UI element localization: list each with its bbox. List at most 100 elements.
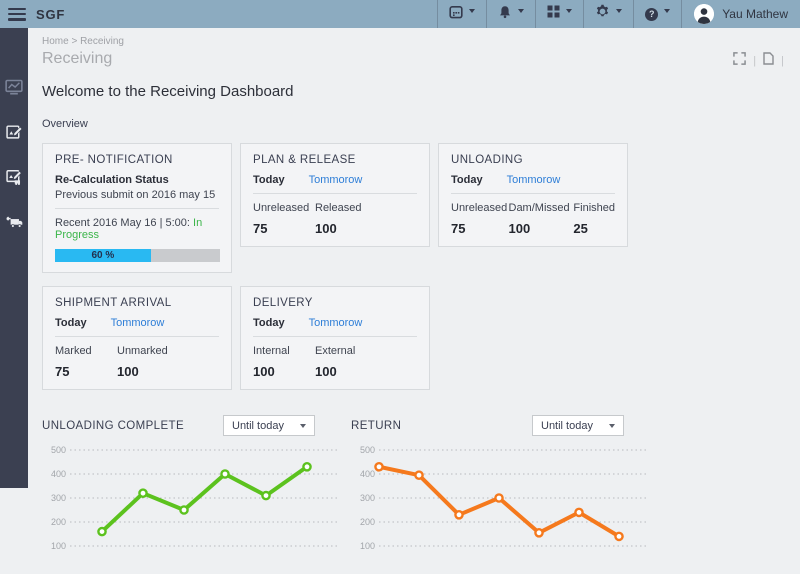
chart-return: RETURN Until today 500 400 300 200 100 — [351, 415, 650, 574]
chevron-down-icon — [616, 8, 623, 13]
sidebar — [0, 28, 28, 488]
card-title: PLAN & RELEASE — [253, 154, 356, 166]
separator: | — [753, 55, 757, 67]
fullscreen-icon[interactable] — [733, 52, 747, 70]
bell-icon — [498, 5, 512, 24]
brand-logo[interactable]: SGF — [36, 7, 65, 22]
menu-icon[interactable] — [8, 7, 26, 21]
document-icon[interactable] — [763, 52, 774, 70]
chart-title: RETURN — [351, 419, 402, 432]
previous-submit-text: Previous submit on 2016 may 15 — [55, 189, 216, 201]
stat-dam-missed: Dam/Missed 100 — [508, 202, 570, 236]
sidebar-item-receiving-edit[interactable] — [5, 125, 23, 143]
chevron-down-icon — [609, 423, 615, 428]
chart-title: UNLOADING COMPLETE — [42, 419, 185, 432]
card-delivery: DELIVERY Today Tommorow Internal 100 Ext… — [240, 286, 430, 390]
card-unloading: UNLOADING Today Tommorow Unreleased 75 D… — [438, 143, 628, 247]
card-plan-release: PLAN & RELEASE Today Tommorow Unreleased… — [240, 143, 430, 247]
recent-status-line: Recent 2016 May 16 | 5:00: In Progress — [55, 217, 203, 241]
card-shipment-arrival: SHIPMENT ARRIVAL Today Tommorow Marked 7… — [42, 286, 232, 390]
notifications-dropdown[interactable] — [486, 0, 535, 28]
image-edit-icon — [5, 123, 23, 145]
svg-text:200: 200 — [360, 517, 375, 527]
apps-grid-icon — [547, 5, 560, 23]
stat-unreleased: Unreleased 75 — [253, 202, 310, 236]
chevron-down-icon — [664, 8, 671, 13]
card-title: UNLOADING — [451, 154, 523, 166]
topbar-left: SGF — [0, 7, 65, 22]
main-content: Home > Receiving Receiving | | Welcome t… — [28, 28, 800, 551]
svg-text:100: 100 — [51, 541, 66, 551]
chevron-down-icon — [518, 8, 525, 13]
tab-tomorrow[interactable]: Tommorow — [309, 317, 363, 329]
chevron-down-icon — [300, 423, 306, 428]
stat-external: External 100 — [315, 345, 356, 379]
apps-dropdown[interactable] — [535, 0, 583, 28]
svg-text:300: 300 — [360, 493, 375, 503]
calendar-icon — [449, 5, 463, 24]
stat-unmarked: Unmarked 100 — [117, 345, 168, 379]
settings-dropdown[interactable] — [583, 0, 633, 28]
svg-text:300: 300 — [51, 493, 66, 503]
divider — [55, 208, 219, 209]
user-name: Yau Mathew — [722, 7, 788, 21]
stat-finished: Finished 25 — [573, 202, 615, 236]
tab-today[interactable]: Today — [253, 317, 285, 329]
sidebar-item-dashboard[interactable] — [5, 78, 23, 101]
card-pre-notification: PRE- NOTIFICATION Re-Calculation Status … — [42, 143, 232, 273]
svg-text:500: 500 — [51, 445, 66, 455]
chart-range-select[interactable]: Until today — [532, 415, 624, 436]
help-icon: ? — [645, 7, 659, 21]
gear-icon — [595, 4, 610, 24]
line-chart: 500 400 300 200 100 — [42, 442, 341, 574]
user-menu[interactable]: Yau Mathew — [681, 0, 800, 28]
recalculation-status-title: Re-Calculation Status — [55, 174, 169, 186]
progress-bar: 60 % — [55, 249, 220, 262]
svg-text:200: 200 — [51, 517, 66, 527]
stat-marked: Marked 75 — [55, 345, 92, 379]
tab-tomorrow[interactable]: Tommorow — [507, 174, 561, 186]
stat-internal: Internal 100 — [253, 345, 290, 379]
stat-released: Released 100 — [315, 202, 362, 236]
card-title: SHIPMENT ARRIVAL — [55, 297, 172, 309]
tab-tomorrow[interactable]: Tommorow — [111, 317, 165, 329]
truck-arrow-left-icon — [5, 213, 23, 236]
svg-text:400: 400 — [51, 469, 66, 479]
help-dropdown[interactable]: ? — [633, 0, 681, 28]
divider — [253, 193, 417, 194]
chart-unloading-complete: UNLOADING COMPLETE Until today 500 400 300… — [42, 415, 341, 574]
chevron-down-icon — [566, 8, 573, 13]
svg-text:100: 100 — [360, 541, 375, 551]
svg-text:500: 500 — [360, 445, 375, 455]
tab-tomorrow[interactable]: Tommorow — [309, 174, 363, 186]
divider — [451, 193, 615, 194]
page-actions: | | — [733, 52, 784, 70]
sidebar-item-inbound-truck[interactable] — [5, 215, 23, 233]
svg-text:400: 400 — [360, 469, 375, 479]
progress-fill: 60 % — [55, 249, 151, 262]
welcome-heading: Welcome to the Receiving Dashboard — [42, 83, 294, 100]
tab-today[interactable]: Today — [55, 317, 87, 329]
topbar-right: ? Yau Mathew — [437, 0, 800, 28]
divider — [253, 336, 417, 337]
tab-today[interactable]: Today — [253, 174, 285, 186]
stat-unreleased: Unreleased 75 — [451, 202, 508, 236]
tab-today[interactable]: Today — [451, 174, 483, 186]
sidebar-item-receiving-dispatch-edit[interactable] — [5, 170, 23, 188]
image-edit-truck-icon — [5, 168, 23, 190]
line-chart: 500 400 300 200 100 — [351, 442, 650, 574]
calendar-dropdown[interactable] — [437, 0, 486, 28]
divider — [55, 336, 219, 337]
card-title: DELIVERY — [253, 297, 313, 309]
breadcrumb[interactable]: Home > Receiving — [42, 36, 124, 47]
page-title: Receiving — [42, 50, 113, 67]
avatar — [694, 4, 715, 24]
section-label: Overview — [42, 118, 88, 130]
progress-label: 60 % — [91, 250, 115, 261]
separator: | — [781, 55, 784, 67]
chart-range-select[interactable]: Until today — [223, 415, 315, 436]
chevron-down-icon — [469, 8, 476, 13]
dashboard-monitor-icon — [5, 78, 23, 101]
topbar: SGF ? Yau Mathew — [0, 0, 800, 28]
card-title: PRE- NOTIFICATION — [55, 154, 173, 166]
